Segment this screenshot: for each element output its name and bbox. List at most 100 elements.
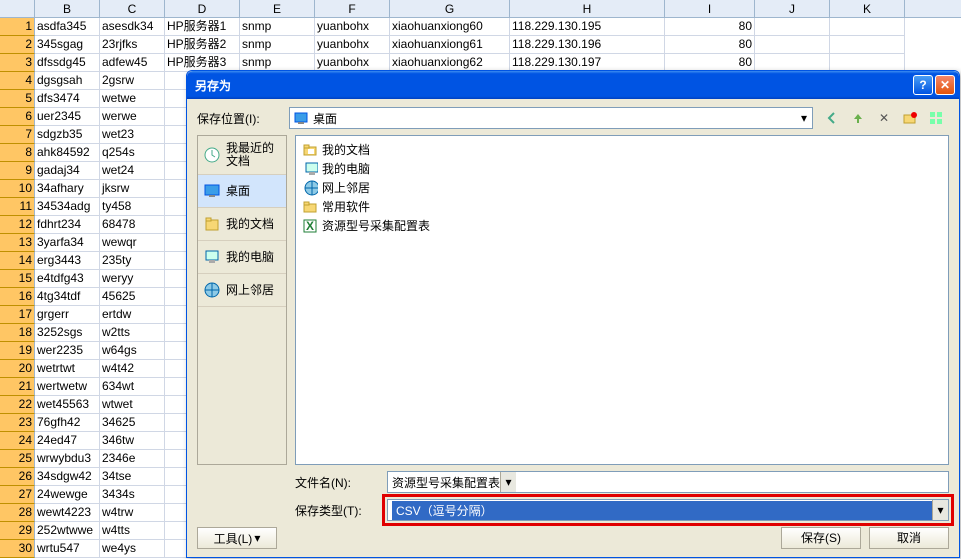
sidebar-item-network[interactable]: 网上邻居 — [198, 274, 286, 307]
row-header[interactable]: 25 — [0, 450, 35, 468]
cell[interactable]: wtwet — [100, 396, 165, 414]
views-icon[interactable] — [927, 109, 945, 127]
up-icon[interactable] — [849, 109, 867, 127]
tools-button[interactable]: 工具(L) ▾ — [197, 527, 277, 549]
row-header[interactable]: 9 — [0, 162, 35, 180]
row-header[interactable]: 1 — [0, 18, 35, 36]
cell[interactable]: wrtu547 — [35, 540, 100, 558]
cell[interactable]: 45625 — [100, 288, 165, 306]
row-header[interactable]: 6 — [0, 108, 35, 126]
cell[interactable]: wetwe — [100, 90, 165, 108]
cell[interactable]: HP服务器1 — [165, 18, 240, 36]
row-header[interactable]: 17 — [0, 306, 35, 324]
cell[interactable]: 34tse — [100, 468, 165, 486]
cell[interactable]: 3252sgs — [35, 324, 100, 342]
cell[interactable]: 68478 — [100, 216, 165, 234]
row-header[interactable]: 27 — [0, 486, 35, 504]
cell[interactable]: 118.229.130.196 — [510, 36, 665, 54]
list-item[interactable]: 我的电脑 — [300, 159, 944, 178]
cell[interactable]: fdhrt234 — [35, 216, 100, 234]
cell[interactable]: wewt4223 — [35, 504, 100, 522]
cell[interactable]: w2tts — [100, 324, 165, 342]
cell[interactable]: gadaj34 — [35, 162, 100, 180]
cell[interactable]: dgsgsah — [35, 72, 100, 90]
cell[interactable]: 34625 — [100, 414, 165, 432]
row-header[interactable]: 5 — [0, 90, 35, 108]
cell[interactable] — [755, 18, 830, 36]
cell[interactable]: wet24 — [100, 162, 165, 180]
col-header[interactable]: E — [240, 0, 315, 17]
cell[interactable]: yuanbohx — [315, 18, 390, 36]
row-header[interactable]: 12 — [0, 216, 35, 234]
cell[interactable] — [830, 36, 905, 54]
cell[interactable]: ertdw — [100, 306, 165, 324]
row-header[interactable]: 7 — [0, 126, 35, 144]
sidebar-item-recent[interactable]: 我最近的文档 — [198, 136, 286, 175]
cell[interactable]: wrwybdu3 — [35, 450, 100, 468]
row-header[interactable]: 23 — [0, 414, 35, 432]
cell[interactable]: 23rjfks — [100, 36, 165, 54]
cell[interactable]: 634wt — [100, 378, 165, 396]
save-button[interactable]: 保存(S) — [781, 527, 861, 549]
row-header[interactable]: 13 — [0, 234, 35, 252]
titlebar[interactable]: 另存为 ? ✕ — [187, 71, 959, 99]
row-header[interactable]: 29 — [0, 522, 35, 540]
col-header[interactable]: F — [315, 0, 390, 17]
back-icon[interactable] — [823, 109, 841, 127]
cell[interactable]: yuanbohx — [315, 36, 390, 54]
cell[interactable]: w4t42 — [100, 360, 165, 378]
cell[interactable]: jksrw — [100, 180, 165, 198]
cell[interactable]: 4tg34tdf — [35, 288, 100, 306]
cell[interactable]: 2gsrw — [100, 72, 165, 90]
cell[interactable]: 80 — [665, 36, 755, 54]
sidebar-item-docs[interactable]: 我的文档 — [198, 208, 286, 241]
cell[interactable]: grgerr — [35, 306, 100, 324]
row-header[interactable]: 4 — [0, 72, 35, 90]
row-header[interactable]: 24 — [0, 432, 35, 450]
combo-arrow-icon[interactable]: ▾ — [932, 500, 948, 520]
cell[interactable]: sdgzb35 — [35, 126, 100, 144]
cancel-button[interactable]: 取消 — [869, 527, 949, 549]
list-item[interactable]: 常用软件 — [300, 197, 944, 216]
row-header[interactable]: 8 — [0, 144, 35, 162]
cell[interactable]: weryy — [100, 270, 165, 288]
cell[interactable]: 252wtwwe — [35, 522, 100, 540]
cell[interactable]: 346tw — [100, 432, 165, 450]
cell[interactable]: ahk84592 — [35, 144, 100, 162]
col-header[interactable]: D — [165, 0, 240, 17]
cell[interactable]: snmp — [240, 36, 315, 54]
list-item[interactable]: 我的文档 — [300, 140, 944, 159]
row-header[interactable]: 2 — [0, 36, 35, 54]
cell[interactable]: asesdk34 — [100, 18, 165, 36]
col-header[interactable]: I — [665, 0, 755, 17]
cell[interactable]: snmp — [240, 18, 315, 36]
cell[interactable]: 80 — [665, 18, 755, 36]
cell[interactable]: HP服务器2 — [165, 36, 240, 54]
new-folder-icon[interactable] — [901, 109, 919, 127]
col-header[interactable]: J — [755, 0, 830, 17]
row-header[interactable]: 18 — [0, 324, 35, 342]
row-header[interactable]: 19 — [0, 342, 35, 360]
col-header[interactable]: B — [35, 0, 100, 17]
cell[interactable]: 24wewge — [35, 486, 100, 504]
cell[interactable]: xiaohuanxiong61 — [390, 36, 510, 54]
help-button[interactable]: ? — [913, 75, 933, 95]
combo-arrow-icon[interactable]: ▾ — [796, 111, 812, 125]
cell[interactable]: dfssdg45 — [35, 54, 100, 72]
row-header[interactable]: 20 — [0, 360, 35, 378]
cell[interactable]: 235ty — [100, 252, 165, 270]
cell[interactable]: 3434s — [100, 486, 165, 504]
file-list[interactable]: 我的文档我的电脑网上邻居常用软件X资源型号采集配置表 — [295, 135, 949, 465]
cell[interactable]: 34534adg — [35, 198, 100, 216]
cell[interactable]: e4tdfg43 — [35, 270, 100, 288]
cell[interactable]: wer2235 — [35, 342, 100, 360]
cell[interactable]: wertwetw — [35, 378, 100, 396]
cell[interactable]: w4tts — [100, 522, 165, 540]
sidebar-item-computer[interactable]: 我的电脑 — [198, 241, 286, 274]
cell[interactable]: 34afhary — [35, 180, 100, 198]
cell[interactable] — [830, 18, 905, 36]
col-header[interactable]: K — [830, 0, 905, 17]
col-header[interactable]: G — [390, 0, 510, 17]
close-button[interactable]: ✕ — [935, 75, 955, 95]
cell[interactable]: ty458 — [100, 198, 165, 216]
